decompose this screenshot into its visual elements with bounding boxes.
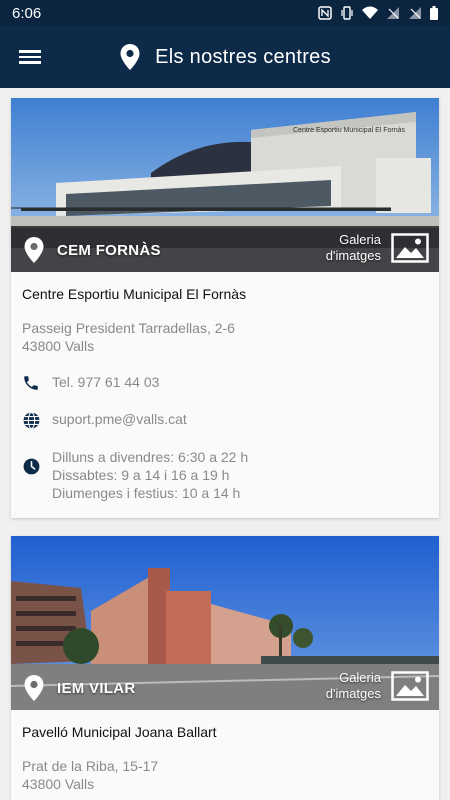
building-sign-text: Centre Esportiu Municipal El Fornàs <box>293 127 406 134</box>
vibrate-icon <box>341 6 353 20</box>
menu-button[interactable] <box>0 26 60 88</box>
center-hours-row: Dilluns a divendres: 6:30 a 22 h Dissabt… <box>22 448 428 502</box>
image-icon <box>391 233 429 263</box>
center-phone-row[interactable]: Tel. 977 61 44 03 <box>22 373 428 392</box>
hamburger-icon <box>19 47 41 67</box>
center-email: suport.pme@valls.cat <box>52 411 187 427</box>
center-address[interactable]: Passeig President Tarradellas, 2-6 43800… <box>22 319 428 355</box>
battery-icon <box>430 6 438 20</box>
center-name: Centre Esportiu Municipal El Fornàs <box>22 286 247 302</box>
center-address[interactable]: Prat de la Riba, 15-17 43800 Valls <box>22 757 428 793</box>
center-phone: Tel. 977 61 44 03 <box>52 374 160 390</box>
center-card: IEM VILAR Galeria d'imatges Pavelló Muni… <box>11 536 439 800</box>
location-pin-icon <box>120 44 140 70</box>
status-time: 6:06 <box>12 4 42 22</box>
center-short-name: IEM VILAR <box>57 679 136 697</box>
wifi-icon <box>362 6 378 19</box>
image-gallery-button[interactable]: Galeria d'imatges <box>326 670 429 702</box>
center-info: Pavelló Municipal Joana Ballart Prat de … <box>11 710 439 800</box>
center-photo[interactable]: Centre Esportiu Municipal El Fornàs CEM … <box>11 98 439 272</box>
center-card: Centre Esportiu Municipal El Fornàs CEM … <box>11 98 439 518</box>
center-hours: Dilluns a divendres: 6:30 a 22 h Dissabt… <box>52 449 249 501</box>
gallery-label: Galeria d'imatges <box>325 670 381 701</box>
page-title: Els nostres centres <box>155 45 331 68</box>
globe-icon <box>23 412 40 429</box>
signal-off-icon <box>387 7 399 19</box>
status-bar: 6:06 <box>0 0 450 26</box>
status-icons <box>318 6 438 20</box>
centers-list[interactable]: Centre Esportiu Municipal El Fornàs CEM … <box>0 88 450 800</box>
center-name: Pavelló Municipal Joana Ballart <box>22 724 217 740</box>
location-pin-icon <box>24 237 44 263</box>
image-icon <box>391 671 429 701</box>
app-title-group: Els nostres centres <box>60 43 390 71</box>
center-email-row[interactable]: suport.pme@valls.cat <box>22 410 428 430</box>
center-info: Centre Esportiu Municipal El Fornàs Pass… <box>11 272 439 518</box>
center-badge: CEM FORNÀS <box>23 236 161 264</box>
image-gallery-button[interactable]: Galeria d'imatges <box>326 232 429 264</box>
center-short-name: CEM FORNÀS <box>57 241 161 259</box>
location-pin-icon <box>24 675 44 701</box>
signal-off-icon-2 <box>409 7 421 19</box>
nfc-icon <box>318 6 332 20</box>
gallery-label: Galeria d'imatges <box>325 232 381 263</box>
app-bar: Els nostres centres <box>0 26 450 88</box>
phone-icon <box>24 376 38 390</box>
clock-icon <box>23 458 40 475</box>
center-photo[interactable]: IEM VILAR Galeria d'imatges <box>11 536 439 710</box>
center-badge: IEM VILAR <box>23 674 136 702</box>
